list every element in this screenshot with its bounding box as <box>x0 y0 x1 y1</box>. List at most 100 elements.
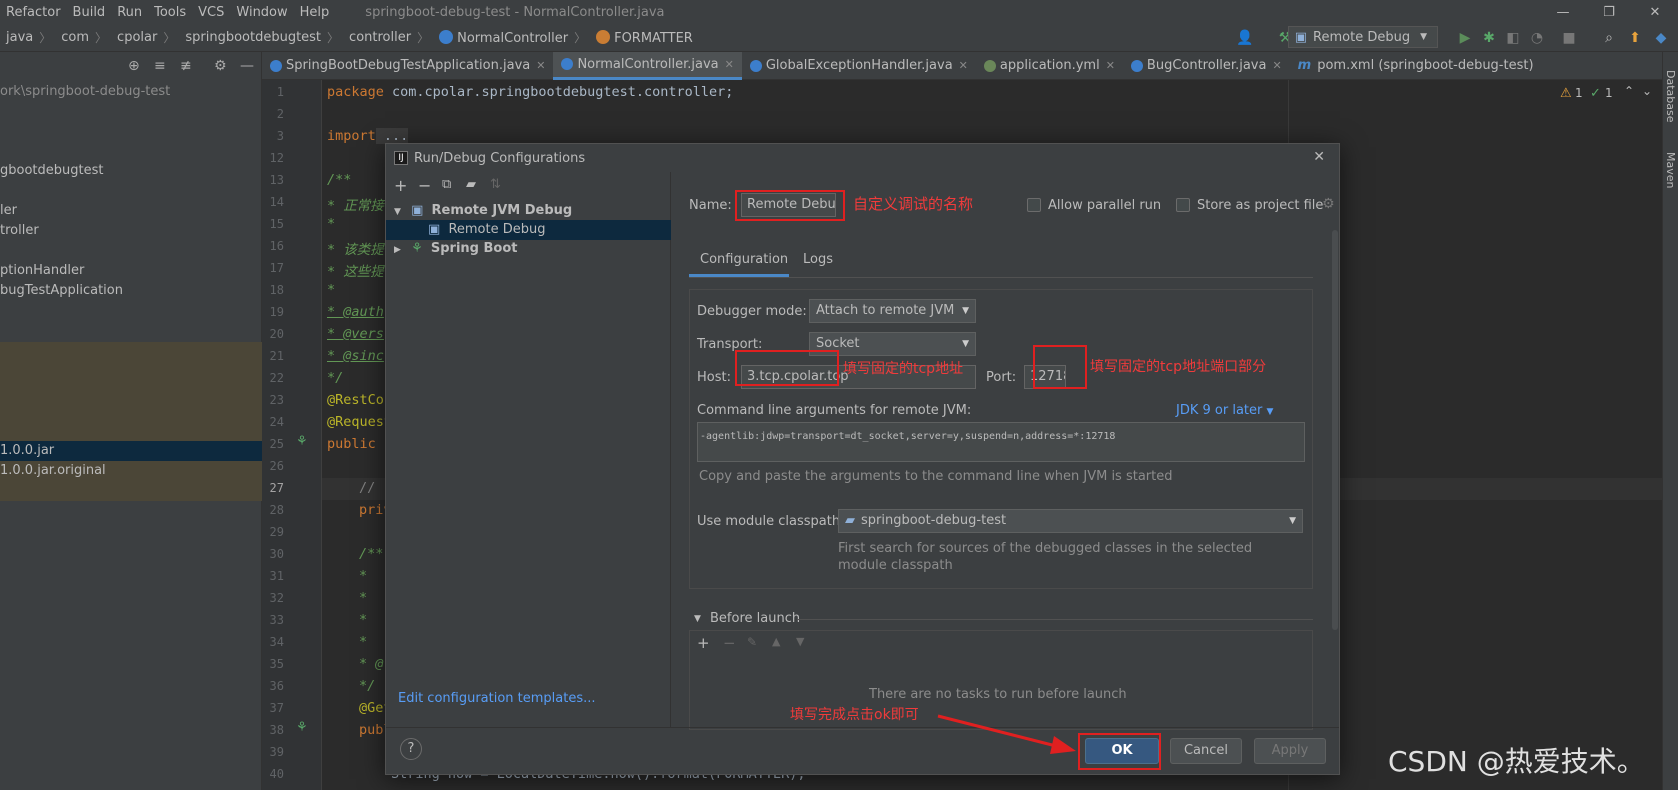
warning-icon[interactable]: ⚠ <box>1560 86 1572 101</box>
close-icon[interactable]: ✕ <box>725 58 734 71</box>
tab-normalcontroller[interactable]: NormalController.java ✕ <box>553 51 742 80</box>
breadcrumb-springbootdebugtest[interactable]: springbootdebugtest <box>179 30 323 45</box>
cmdline-textarea[interactable]: -agentlib:jdwp=transport=dt_socket,serve… <box>697 422 1305 462</box>
move-up-icon[interactable]: ▲ <box>772 635 780 648</box>
update-icon[interactable]: ⬆ <box>1626 29 1644 47</box>
close-window-icon[interactable]: ✕ <box>1632 0 1678 24</box>
sort-icon[interactable]: ⇅ <box>490 177 501 192</box>
apply-button[interactable]: Apply <box>1254 738 1326 764</box>
breadcrumb-formatter[interactable]: FORMATTER <box>590 29 695 46</box>
breadcrumb-java[interactable]: java <box>0 30 35 45</box>
database-tool-tab[interactable]: Database <box>1664 70 1677 123</box>
tree-item-exceptionhandler[interactable]: ptionHandler <box>0 261 262 281</box>
locate-icon[interactable]: ⊕ <box>128 58 140 74</box>
cancel-button[interactable]: Cancel <box>1170 738 1242 764</box>
remove-icon[interactable]: − <box>418 176 431 195</box>
store-project-checkbox[interactable] <box>1176 198 1190 212</box>
close-icon[interactable]: ✕ <box>1106 59 1115 72</box>
chevron-down-icon: ▼ <box>1289 516 1296 526</box>
edit-templates-link[interactable]: Edit configuration templates... <box>398 691 596 706</box>
tree-item-controller[interactable]: ler <box>0 201 262 221</box>
expand-all-icon[interactable]: ≡ <box>154 58 166 74</box>
code-fold[interactable]: ... <box>375 128 409 144</box>
menu-run[interactable]: Run <box>111 5 148 20</box>
tree-item-package[interactable]: gbootdebugtest <box>0 161 262 181</box>
tab-application-yml[interactable]: application.yml ✕ <box>976 52 1123 80</box>
menu-window[interactable]: Window <box>230 5 293 20</box>
tree-item-jar[interactable]: 1.0.0.jar <box>0 441 262 461</box>
spring-bean-icon[interactable]: ⚘ <box>296 434 308 449</box>
previous-highlight-icon[interactable]: ⌃ <box>1624 84 1634 98</box>
run-icon[interactable]: ▶ <box>1456 29 1474 47</box>
allow-parallel-checkbox[interactable] <box>1027 198 1041 212</box>
add-icon[interactable]: + <box>394 176 407 195</box>
profile-icon[interactable]: ◔ <box>1528 29 1546 47</box>
minimize-icon[interactable]: — <box>1540 0 1586 24</box>
menu-vcs[interactable]: VCS <box>192 5 230 20</box>
tab-pom-xml[interactable]: m pom.xml (springboot-debug-test) <box>1290 52 1542 80</box>
debug-icon[interactable]: ✱ <box>1480 29 1498 47</box>
tab-springbootdebugtestapplication[interactable]: SpringBootDebugTestApplication.java ✕ <box>262 52 553 80</box>
help-icon[interactable]: ? <box>400 738 422 760</box>
line-number: 20 <box>269 327 284 341</box>
gear-icon[interactable]: ⚙ <box>214 58 227 74</box>
tree-group-spring-boot[interactable]: ▶ ⚘ Spring Boot <box>386 239 671 259</box>
check-icon[interactable]: ✓ <box>1590 86 1601 101</box>
tree-item-normalcontroller[interactable]: troller <box>0 221 262 241</box>
stop-icon[interactable]: ■ <box>1560 29 1578 47</box>
menu-help[interactable]: Help <box>294 5 336 20</box>
menu-refactor[interactable]: Refactor <box>0 5 67 20</box>
breadcrumb-cpolar[interactable]: cpolar <box>111 30 159 45</box>
run-configuration-select[interactable]: ▣ Remote Debug ▼ <box>1287 26 1438 48</box>
move-down-icon[interactable]: ▼ <box>796 635 804 648</box>
tree-group-remote-jvm-debug[interactable]: ▼ ▣ Remote JVM Debug <box>386 201 671 221</box>
tab-divider <box>689 277 1313 278</box>
tree-item-remote-debug[interactable]: ▣ Remote Debug <box>386 220 671 240</box>
gear-icon[interactable]: ⚙ <box>1322 196 1335 212</box>
transport-value: Socket <box>816 336 860 351</box>
line-number: 18 <box>269 283 284 297</box>
chevron-down-icon[interactable]: ▼ <box>694 614 701 624</box>
close-icon[interactable]: ✕ <box>536 59 545 72</box>
code-comment: * 正常接 <box>327 198 384 214</box>
line-number: 27 <box>269 481 284 495</box>
tab-bugcontroller[interactable]: BugController.java ✕ <box>1123 52 1290 80</box>
debugger-mode-select[interactable]: Attach to remote JVM ▼ <box>809 299 976 323</box>
hide-panel-icon[interactable]: — <box>240 58 254 74</box>
scrollbar[interactable] <box>1332 230 1338 630</box>
tab-configuration[interactable]: Configuration <box>689 245 789 277</box>
restore-icon[interactable]: ❐ <box>1586 0 1632 24</box>
folder-icon[interactable]: ▰ <box>466 177 476 192</box>
module-classpath-select[interactable]: ▰ springboot-debug-test ▼ <box>838 509 1303 533</box>
jetbrains-icon[interactable]: ◆ <box>1652 29 1670 47</box>
menu-tools[interactable]: Tools <box>148 5 192 20</box>
breadcrumb-controller[interactable]: controller <box>343 30 413 45</box>
tab-logs[interactable]: Logs <box>789 245 849 277</box>
close-icon[interactable]: ✕ <box>959 59 968 72</box>
collapse-all-icon[interactable]: ≢ <box>180 58 192 74</box>
copy-icon[interactable]: ⧉ <box>442 177 451 192</box>
breadcrumb-normalcontroller[interactable]: NormalController <box>433 29 570 46</box>
tab-logs-label: Logs <box>803 252 833 267</box>
next-highlight-icon[interactable]: ⌄ <box>1642 84 1652 98</box>
jdk-version-select[interactable]: JDK 9 or later ▼ <box>1176 403 1273 418</box>
search-icon[interactable]: ⌕ <box>1600 29 1618 47</box>
coverage-icon[interactable]: ◧ <box>1504 29 1522 47</box>
cmdline-hint: Copy and paste the arguments to the comm… <box>699 469 1173 484</box>
user-icon[interactable]: 👤 <box>1236 29 1254 47</box>
spring-bean-icon[interactable]: ⚘ <box>296 720 308 735</box>
tree-item-jar-original[interactable]: 1.0.0.jar.original <box>0 461 262 481</box>
tab-globalexceptionhandler[interactable]: GlobalExceptionHandler.java ✕ <box>742 52 976 80</box>
maven-tool-tab[interactable]: Maven <box>1664 152 1677 188</box>
debugger-mode-value: Attach to remote JVM <box>816 303 955 318</box>
close-icon[interactable]: ✕ <box>1272 59 1281 72</box>
remove-task-icon[interactable]: − <box>723 634 736 652</box>
project-root-path[interactable]: ork\springboot-debug-test <box>0 82 262 102</box>
edit-task-icon[interactable]: ✎ <box>747 635 757 649</box>
code-comment: * <box>359 634 368 650</box>
add-task-icon[interactable]: + <box>697 634 710 652</box>
tree-item-application[interactable]: bugTestApplication <box>0 281 262 301</box>
menu-build[interactable]: Build <box>67 5 112 20</box>
close-dialog-icon[interactable]: ✕ <box>1313 149 1325 165</box>
breadcrumb-com[interactable]: com <box>55 30 91 45</box>
